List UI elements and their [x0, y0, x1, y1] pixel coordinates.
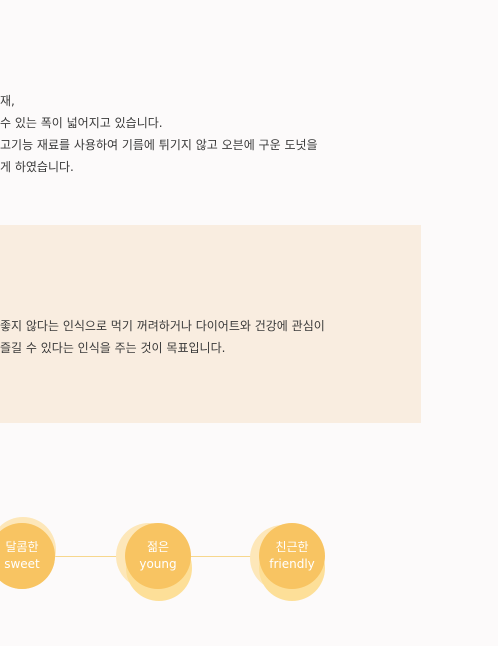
- keyword-label-ko: 친근한: [275, 540, 309, 554]
- keyword-sweet: 달콤한 sweet: [0, 515, 70, 605]
- keyword-circle: 젊은 young: [125, 523, 191, 589]
- keyword-young: 젊은 young: [114, 515, 194, 605]
- goal-line: 좋지 않다는 인식으로 먹기 꺼려하거나 다이어트와 건강에 관심이: [0, 319, 325, 333]
- keyword-label-en: young: [139, 557, 177, 571]
- page: 재, 수 있는 폭이 넓어지고 있습니다. 고기능 재료를 사용하여 기름에 튀…: [0, 0, 498, 646]
- keyword-label-ko: 달콤한: [5, 540, 39, 554]
- keyword-circle: 친근한 friendly: [259, 523, 325, 589]
- keyword-label-en: friendly: [269, 557, 315, 571]
- keyword-label-en: sweet: [4, 557, 40, 571]
- goal-box: 좋지 않다는 인식으로 먹기 꺼려하거나 다이어트와 건강에 관심이 즐길 수 …: [0, 225, 421, 423]
- intro-line: 수 있는 폭이 넓어지고 있습니다.: [0, 116, 163, 130]
- goal-line: 즐길 수 있다는 인식을 주는 것이 목표입니다.: [0, 341, 226, 355]
- intro-line: 게 하였습니다.: [0, 160, 74, 174]
- keyword-label-ko: 젊은: [146, 540, 170, 554]
- intro-line: 재,: [0, 94, 15, 108]
- intro-line: 고기능 재료를 사용하여 기름에 튀기지 않고 오븐에 구운 도넛을: [0, 138, 318, 152]
- keyword-circles: 달콤한 sweet 젊은 young 친근한 friendly: [0, 515, 498, 610]
- keyword-friendly: 친근한 friendly: [249, 515, 329, 605]
